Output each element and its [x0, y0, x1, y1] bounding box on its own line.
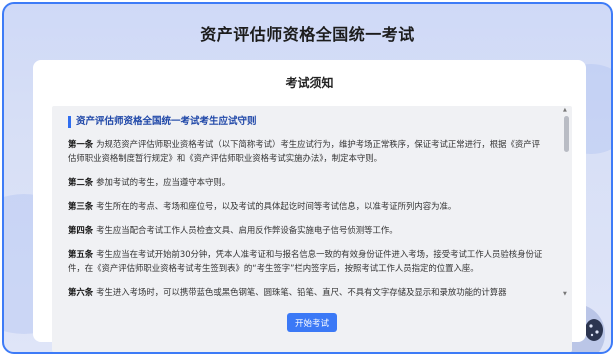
article-number: 第六条	[68, 287, 94, 297]
decorative-figure-icon	[585, 319, 603, 341]
article-text: 为规范资产评估师职业资格考试（以下简称考试）考生应试行为，维护考场正常秩序，保证…	[68, 139, 540, 163]
rule-article: 第一条 为规范资产评估师职业资格考试（以下简称考试）考生应试行为，维护考场正常秩序…	[68, 137, 548, 165]
notice-card: 考试须知 资产评估师资格全国统一考试考生应试守则 第一条 为规范资产评估师职业资格…	[33, 60, 586, 352]
start-exam-button[interactable]: 开始考试	[287, 313, 337, 332]
rules-heading: 资产评估师资格全国统一考试考生应试守则	[68, 116, 548, 128]
rule-article: 第二条 参加考试的考生，应当遵守本守则。	[68, 175, 548, 189]
article-number: 第二条	[68, 177, 94, 187]
page-title: 资产评估师资格全国统一考试	[200, 25, 415, 44]
article-text: 考生应当在考试开始前30分钟，凭本人准考证和与报名信息一致的有效身份证件进入考场…	[68, 249, 543, 273]
scroll-down-icon[interactable]: ▼	[563, 292, 567, 297]
rules-content: 资产评估师资格全国统一考试考生应试守则 第一条 为规范资产评估师职业资格考试（以下…	[68, 116, 548, 309]
article-text: 考生所在的考点、考场和座位号，以及考试的具体起讫时间等考试信息，以准考证所列内容…	[96, 201, 457, 211]
rules-scrollbar[interactable]: ▲ ▼	[563, 108, 569, 297]
scroll-up-icon[interactable]: ▲	[563, 108, 567, 113]
article-text: 参加考试的考生，应当遵守本守则。	[96, 177, 231, 187]
scroll-thumb[interactable]	[564, 116, 569, 152]
article-text: 考生应当配合考试工作人员检查文具、启用反作弊设备实施电子信号侦测等工作。	[96, 225, 398, 235]
rule-article: 第三条 考生所在的考点、考场和座位号，以及考试的具体起讫时间等考试信息，以准考证所…	[68, 199, 548, 213]
article-text: 考生进入考场时，可以携带蓝色或黑色钢笔、圆珠笔、铅笔、直尺、不具有文字存储及显示…	[96, 287, 507, 297]
rule-article: 第六条 考生进入考场时，可以携带蓝色或黑色钢笔、圆珠笔、铅笔、直尺、不具有文字存储…	[68, 285, 548, 299]
article-number: 第三条	[68, 201, 94, 211]
exam-window: 资产评估师资格全国统一考试 考试须知 资产评估师资格全国统一考试考生应试守则 第…	[2, 2, 613, 354]
notice-title: 考试须知	[285, 76, 334, 90]
article-number: 第五条	[68, 249, 94, 259]
article-number: 第四条	[68, 225, 94, 235]
rule-article: 第四条 考生应当配合考试工作人员检查文具、启用反作弊设备实施电子信号侦测等工作。	[68, 223, 548, 237]
article-number: 第一条	[68, 139, 94, 149]
rule-article: 第五条 考生应当在考试开始前30分钟，凭本人准考证和与报名信息一致的有效身份证件进…	[68, 247, 548, 275]
